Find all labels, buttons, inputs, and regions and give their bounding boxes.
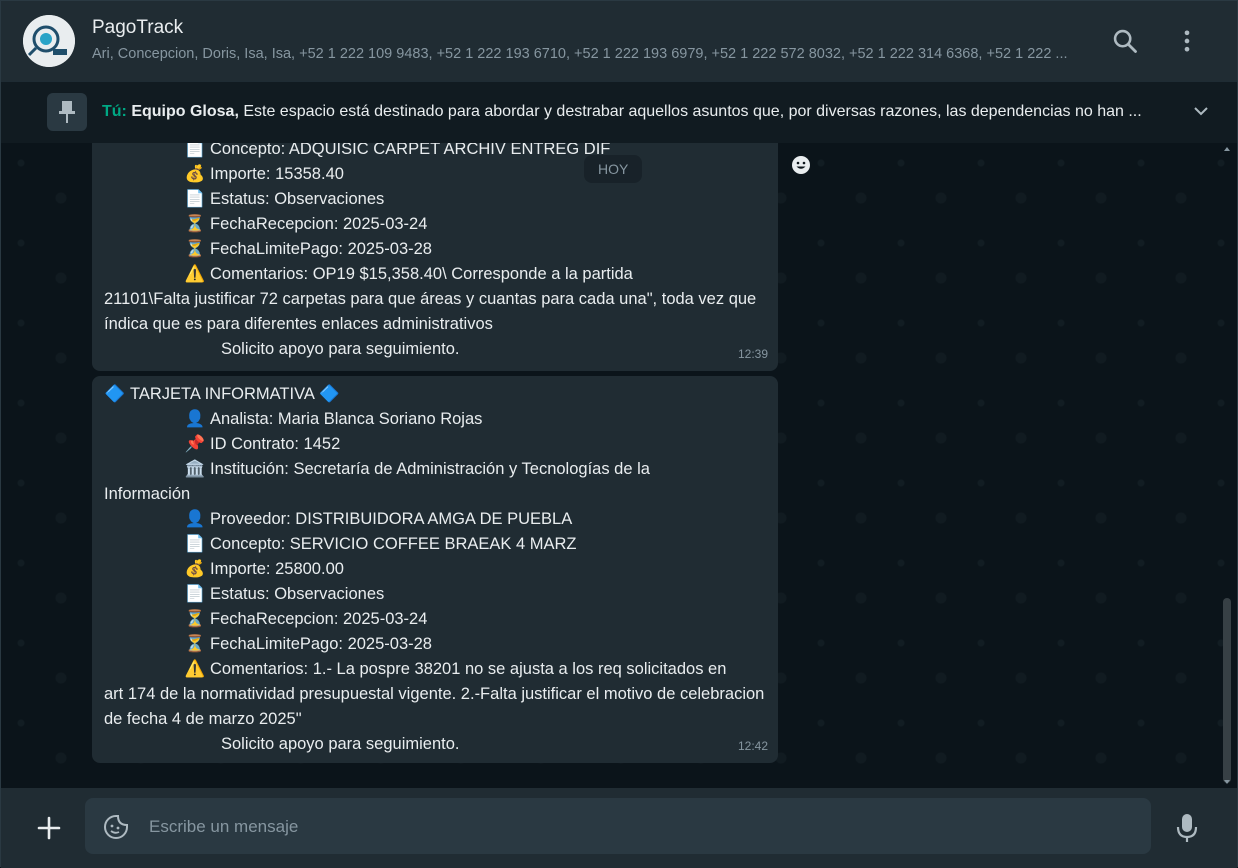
message-line: ⏳ FechaLimitePago: 2025-03-28	[104, 237, 766, 262]
fecha-recepcion-text: FechaRecepcion: 2025-03-24	[210, 215, 428, 233]
message-line: 📄 Concepto: ADQUISIC CARPET ARCHIV ENTREG…	[104, 143, 766, 162]
pinned-body: Este espacio está destinado para abordar…	[238, 103, 1142, 120]
react-emoji-button[interactable]	[787, 151, 815, 179]
pinned-group-name: Equipo Glosa,	[131, 103, 239, 120]
message-time: 12:39	[737, 347, 768, 361]
pinned-author: Tú:	[102, 103, 127, 120]
estatus-text: Estatus: Observaciones	[210, 190, 385, 208]
group-avatar[interactable]	[23, 15, 75, 67]
message-line: 🏛️ Institución: Secretaría de Administrac…	[104, 457, 766, 482]
message-line: 💰 Importe: 15358.40	[104, 162, 766, 187]
composer-bar	[1, 788, 1237, 868]
pinned-message-bar[interactable]: Tú: Equipo Glosa, Este espacio está dest…	[1, 81, 1237, 143]
document-icon: 📄	[184, 190, 206, 208]
fecha-limite-text: FechaLimitePago: 2025-03-28	[210, 240, 432, 258]
concepto-text: Concepto: ADQUISIC CARPET ARCHIV ENTREG …	[210, 143, 611, 158]
warning-icon: ⚠️	[184, 660, 206, 678]
hourglass-icon: ⏳	[184, 635, 206, 653]
heading-text: TARJETA INFORMATIVA	[130, 385, 314, 403]
analista-text: Analista: Maria Blanca Soriano Rojas	[210, 410, 483, 428]
plus-icon[interactable]	[34, 813, 64, 843]
whatsapp-window: PagoTrack Ari, Concepcion, Doris, Isa, I…	[0, 0, 1238, 868]
concepto-text: Concepto: SERVICIO COFFEE BRAEAK 4 MARZ	[210, 535, 577, 553]
message-line: 📄 Estatus: Observaciones	[104, 187, 766, 212]
message-line: ⏳ FechaLimitePago: 2025-03-28	[104, 632, 766, 657]
message-line: ⚠️ Comentarios: OP19 $15,358.40\ Correspo…	[104, 262, 766, 287]
message-line: 📄 Estatus: Observaciones	[104, 582, 766, 607]
chat-scrollbar[interactable]	[1223, 143, 1231, 788]
hourglass-icon: ⏳	[184, 240, 206, 258]
message-line: ⏳ FechaRecepcion: 2025-03-24	[104, 212, 766, 237]
solicito-text: Solicito apoyo para seguimiento.	[221, 735, 460, 753]
blue-diamond-icon: 🔷	[104, 385, 126, 403]
chevron-down-icon[interactable]	[1191, 102, 1211, 122]
message-line: 📌 ID Contrato: 1452	[104, 432, 766, 457]
bank-icon: 🏛️	[184, 460, 206, 478]
hourglass-icon: ⏳	[184, 215, 206, 233]
comentarios-continuation: 21101\Falta justificar 72 carpetas para …	[104, 290, 757, 333]
smiley-icon	[792, 156, 810, 174]
pin-icon[interactable]	[47, 93, 87, 131]
message-heading: 🔷 TARJETA INFORMATIVA 🔷	[104, 382, 766, 407]
menu-icon[interactable]	[1173, 27, 1201, 55]
scroll-down-icon[interactable]	[1223, 778, 1231, 786]
message-line: 📄 Concepto: SERVICIO COFFEE BRAEAK 4 MARZ	[104, 532, 766, 557]
warning-icon: ⚠️	[184, 265, 206, 283]
importe-text: Importe: 15358.40	[210, 165, 344, 183]
money-bag-icon: 💰	[184, 165, 206, 183]
chat-members[interactable]: Ari, Concepcion, Doris, Isa, Isa, +52 1 …	[92, 46, 1082, 62]
hourglass-icon: ⏳	[184, 610, 206, 628]
message-time: 12:42	[737, 739, 768, 753]
scrollbar-thumb[interactable]	[1223, 598, 1231, 783]
pushpin-icon: 📌	[184, 435, 206, 453]
message-line: ⏳ FechaRecepcion: 2025-03-24	[104, 607, 766, 632]
chat-header[interactable]: PagoTrack Ari, Concepcion, Doris, Isa, I…	[1, 1, 1237, 81]
search-icon[interactable]	[1111, 27, 1139, 55]
message-bubble[interactable]: 📄 Concepto: ADQUISIC CARPET ARCHIV ENTREG…	[92, 143, 778, 371]
message-line: 👤 Proveedor: DISTRIBUIDORA AMGA DE PUEBLA	[104, 507, 766, 532]
chat-area[interactable]: 📄 Concepto: ADQUISIC CARPET ARCHIV ENTREG…	[1, 143, 1237, 788]
sticker-icon[interactable]	[103, 814, 129, 840]
institucion-continuation: Información	[104, 485, 191, 503]
proveedor-text: Proveedor: DISTRIBUIDORA AMGA DE PUEBLA	[210, 510, 573, 528]
message-input[interactable]	[147, 798, 1131, 856]
date-chip: HOY	[584, 155, 643, 183]
microphone-icon[interactable]	[1175, 812, 1199, 844]
message-line: 💰 Importe: 25800.00	[104, 557, 766, 582]
chat-title[interactable]: PagoTrack	[92, 17, 183, 39]
estatus-text: Estatus: Observaciones	[210, 585, 385, 603]
person-icon: 👤	[184, 410, 206, 428]
comentarios-text: Comentarios: OP19 $15,358.40\ Correspond…	[210, 265, 633, 283]
importe-text: Importe: 25800.00	[210, 560, 344, 578]
money-bag-icon: 💰	[184, 560, 206, 578]
document-icon: 📄	[184, 585, 206, 603]
document-icon: 📄	[184, 535, 206, 553]
message-input-container[interactable]	[85, 798, 1151, 856]
institucion-text: Institución: Secretaría de Administració…	[210, 460, 650, 478]
scroll-up-icon[interactable]	[1223, 145, 1231, 153]
fecha-recepcion-text: FechaRecepcion: 2025-03-24	[210, 610, 428, 628]
fecha-limite-text: FechaLimitePago: 2025-03-28	[210, 635, 432, 653]
pagotrack-logo	[23, 15, 75, 67]
message-line: ⚠️ Comentarios: 1.- La pospre 38201 no se…	[104, 657, 766, 682]
message-line: 👤 Analista: Maria Blanca Soriano Rojas	[104, 407, 766, 432]
person-icon: 👤	[184, 510, 206, 528]
blue-diamond-icon: 🔷	[319, 385, 340, 403]
pinned-message-text[interactable]: Tú: Equipo Glosa, Este espacio está dest…	[102, 103, 1197, 121]
id-contrato-text: ID Contrato: 1452	[210, 435, 341, 453]
solicito-text: Solicito apoyo para seguimiento.	[221, 340, 460, 358]
comentarios-continuation: art 174 de la normatividad presupuestal …	[104, 685, 765, 728]
document-icon: 📄	[184, 143, 206, 158]
comentarios-text: Comentarios: 1.- La pospre 38201 no se a…	[210, 660, 727, 678]
message-bubble[interactable]: 🔷 TARJETA INFORMATIVA 🔷 👤 Analista: Maria …	[92, 376, 778, 763]
